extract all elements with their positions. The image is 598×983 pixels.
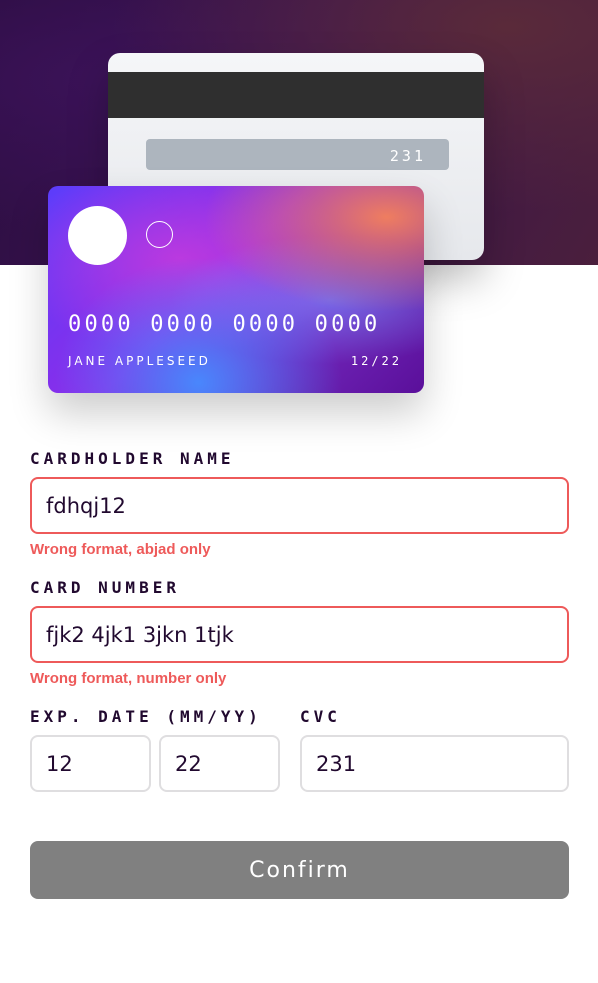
cardholder-name-error: Wrong format, abjad only [30,541,211,558]
card-number-input[interactable]: fjk2 4jk1 3jkn 1tjk [30,606,569,663]
cvc-label: CVC [300,707,341,726]
exp-date-label: EXP. DATE (MM/YY) [30,707,262,726]
card-front-number: 0000 0000 0000 0000 [68,312,381,337]
card-front: 0000 0000 0000 0000 JANE APPLESEED 12/22 [48,186,424,393]
card-back-cvc: 231 [389,147,426,165]
card-logo-ring-icon [146,221,173,248]
confirm-button[interactable]: Confirm [30,841,569,899]
card-logo-circle-icon [68,206,127,265]
exp-month-input[interactable]: 12 [30,735,151,792]
card-number-error: Wrong format, number only [30,670,227,687]
card-number-label: CARD NUMBER [30,578,180,597]
card-front-expiry: 12/22 [350,354,402,368]
cardholder-name-input[interactable]: fdhqj12 [30,477,569,534]
magnetic-stripe [108,72,484,118]
exp-year-input[interactable]: 22 [159,735,280,792]
card-front-holder: JANE APPLESEED [68,354,211,368]
cvc-input[interactable]: 231 [300,735,569,792]
cardholder-name-label: CARDHOLDER NAME [30,449,235,468]
